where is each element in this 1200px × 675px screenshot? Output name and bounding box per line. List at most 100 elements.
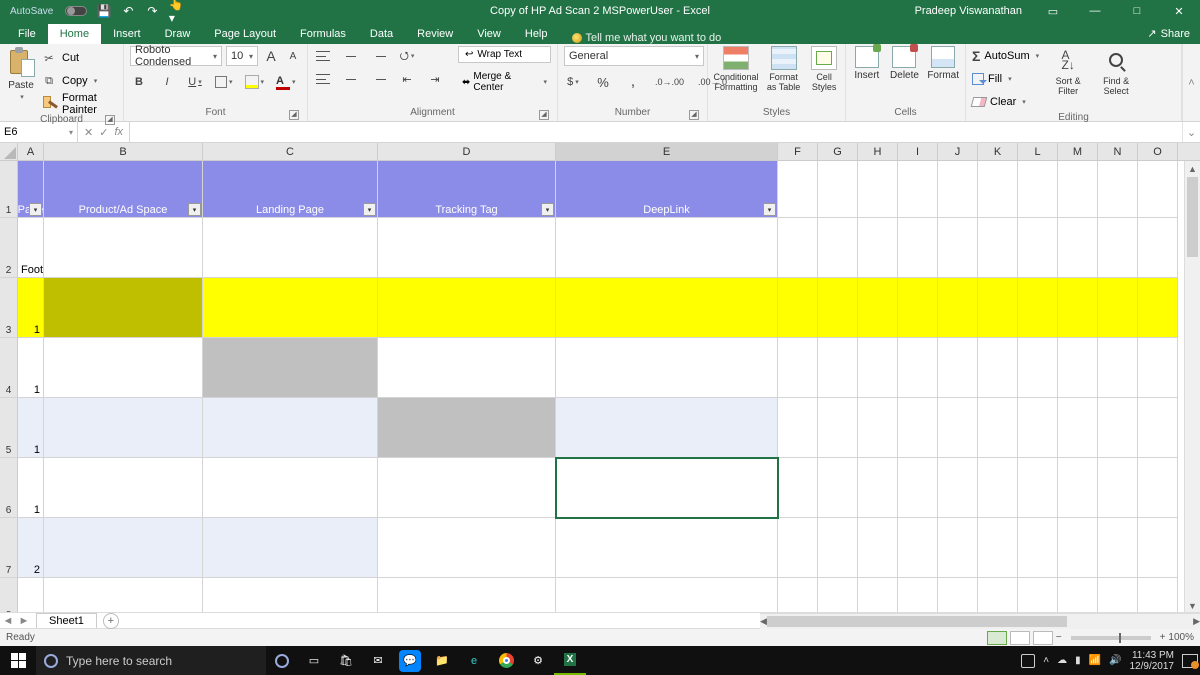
cell-K3[interactable] bbox=[978, 278, 1018, 338]
row-header-4[interactable]: 4 bbox=[0, 338, 18, 398]
cell-F3[interactable] bbox=[778, 278, 818, 338]
cell-L7[interactable] bbox=[1018, 518, 1058, 578]
scroll-thumb-v[interactable] bbox=[1187, 177, 1198, 257]
copy-button[interactable]: ⧉Copy▾ bbox=[40, 71, 117, 91]
battery-icon[interactable]: ▮ bbox=[1075, 655, 1081, 666]
italic-button[interactable]: I bbox=[158, 73, 176, 91]
cell-B4[interactable] bbox=[44, 338, 203, 398]
col-header-C[interactable]: C bbox=[203, 143, 378, 160]
alignment-dialog-launcher[interactable]: ◢ bbox=[539, 110, 549, 120]
cell-L5[interactable] bbox=[1018, 398, 1058, 458]
cell-A7[interactable]: 2 bbox=[18, 518, 44, 578]
row-header-2[interactable]: 2 bbox=[0, 218, 18, 278]
cell-D7[interactable] bbox=[378, 518, 556, 578]
task-view-icon[interactable]: ▭ bbox=[298, 646, 330, 675]
cell-D5[interactable] bbox=[378, 398, 556, 458]
col-header-E[interactable]: E bbox=[556, 143, 778, 160]
merge-center-button[interactable]: ⬌Merge & Center▾ bbox=[458, 69, 551, 95]
wifi-icon[interactable]: 📶 bbox=[1089, 655, 1101, 666]
cell-A6[interactable]: 1 bbox=[18, 458, 44, 518]
redo-icon[interactable]: ↷ bbox=[145, 4, 159, 18]
account-name[interactable]: Pradeep Viswanathan bbox=[915, 5, 1022, 17]
filter-button-B[interactable]: ▾ bbox=[188, 203, 201, 216]
col-header-M[interactable]: M bbox=[1058, 143, 1098, 160]
cell-K4[interactable] bbox=[978, 338, 1018, 398]
cell-N6[interactable] bbox=[1098, 458, 1138, 518]
cell-H3[interactable] bbox=[858, 278, 898, 338]
minimize-button[interactable]: — bbox=[1078, 0, 1112, 22]
cell-I2[interactable] bbox=[898, 218, 938, 278]
cell-E5[interactable] bbox=[556, 398, 778, 458]
horizontal-scrollbar[interactable]: ◀ ▶ bbox=[760, 613, 1200, 629]
col-header-D[interactable]: D bbox=[378, 143, 556, 160]
cell-E6[interactable] bbox=[556, 458, 778, 518]
select-all-button[interactable] bbox=[0, 143, 18, 160]
tab-file[interactable]: File bbox=[6, 24, 48, 44]
undo-icon[interactable]: ↶ bbox=[121, 4, 135, 18]
cell-J4[interactable] bbox=[938, 338, 978, 398]
cortana-button[interactable] bbox=[266, 646, 298, 675]
close-button[interactable]: ✕ bbox=[1162, 0, 1196, 22]
cell-C2[interactable] bbox=[203, 218, 378, 278]
col-header-L[interactable]: L bbox=[1018, 143, 1058, 160]
edge-icon[interactable]: e bbox=[458, 646, 490, 675]
cell-F7[interactable] bbox=[778, 518, 818, 578]
cell-N3[interactable] bbox=[1098, 278, 1138, 338]
cell-L6[interactable] bbox=[1018, 458, 1058, 518]
cell-F1[interactable] bbox=[778, 161, 818, 218]
font-dialog-launcher[interactable]: ◢ bbox=[289, 110, 299, 120]
row-header-6[interactable]: 6 bbox=[0, 458, 18, 518]
tell-me-search[interactable]: Tell me what you want to do bbox=[572, 32, 722, 44]
col-header-K[interactable]: K bbox=[978, 143, 1018, 160]
number-dialog-launcher[interactable]: ◢ bbox=[689, 110, 699, 120]
cell-C1[interactable]: Landing Page▾ bbox=[203, 161, 378, 218]
cell-M4[interactable] bbox=[1058, 338, 1098, 398]
underline-button[interactable]: U▾ bbox=[186, 73, 204, 91]
cell-I1[interactable] bbox=[898, 161, 938, 218]
cell-H1[interactable] bbox=[858, 161, 898, 218]
row-header-7[interactable]: 7 bbox=[0, 518, 18, 578]
cell-B3[interactable] bbox=[44, 278, 203, 338]
zoom-in-button[interactable]: + bbox=[1160, 632, 1166, 643]
touch-mode-icon[interactable]: 👆▾ bbox=[169, 4, 183, 18]
cell-M7[interactable] bbox=[1058, 518, 1098, 578]
volume-icon[interactable]: 🔊 bbox=[1109, 655, 1121, 666]
paste-button[interactable]: Paste ▾ bbox=[6, 46, 36, 101]
tab-data[interactable]: Data bbox=[358, 24, 405, 44]
people-icon[interactable] bbox=[1021, 654, 1035, 668]
increase-indent-icon[interactable]: ⇥ bbox=[426, 70, 444, 88]
filter-button-E[interactable]: ▾ bbox=[763, 203, 776, 216]
cell-D4[interactable] bbox=[378, 338, 556, 398]
cell-C6[interactable] bbox=[203, 458, 378, 518]
cell-J2[interactable] bbox=[938, 218, 978, 278]
messenger-icon[interactable]: 💬 bbox=[399, 650, 421, 672]
comma-format-icon[interactable]: , bbox=[624, 73, 642, 91]
cell-H6[interactable] bbox=[858, 458, 898, 518]
cell-H4[interactable] bbox=[858, 338, 898, 398]
cell-O4[interactable] bbox=[1138, 338, 1178, 398]
col-header-F[interactable]: F bbox=[778, 143, 818, 160]
page-layout-view-icon[interactable] bbox=[1010, 631, 1030, 645]
cell-G7[interactable] bbox=[818, 518, 858, 578]
col-header-B[interactable]: B bbox=[44, 143, 203, 160]
expand-formula-bar-icon[interactable]: ⌄ bbox=[1182, 122, 1200, 142]
cell-B6[interactable] bbox=[44, 458, 203, 518]
tab-scroll-right-icon[interactable]: ► bbox=[16, 615, 32, 627]
col-header-O[interactable]: O bbox=[1138, 143, 1178, 160]
decrease-indent-icon[interactable]: ⇤ bbox=[398, 70, 416, 88]
cell-D3[interactable] bbox=[378, 278, 556, 338]
cell-O5[interactable] bbox=[1138, 398, 1178, 458]
col-header-A[interactable]: A bbox=[18, 143, 44, 160]
cell-H7[interactable] bbox=[858, 518, 898, 578]
col-header-J[interactable]: J bbox=[938, 143, 978, 160]
tab-draw[interactable]: Draw bbox=[153, 24, 203, 44]
cell-N2[interactable] bbox=[1098, 218, 1138, 278]
cell-G4[interactable] bbox=[818, 338, 858, 398]
cell-H5[interactable] bbox=[858, 398, 898, 458]
scroll-left-icon[interactable]: ◀ bbox=[760, 614, 767, 630]
tab-scroll-left-icon[interactable]: ◄ bbox=[0, 615, 16, 627]
cell-L2[interactable] bbox=[1018, 218, 1058, 278]
cell-M6[interactable] bbox=[1058, 458, 1098, 518]
col-header-I[interactable]: I bbox=[898, 143, 938, 160]
cell-G6[interactable] bbox=[818, 458, 858, 518]
